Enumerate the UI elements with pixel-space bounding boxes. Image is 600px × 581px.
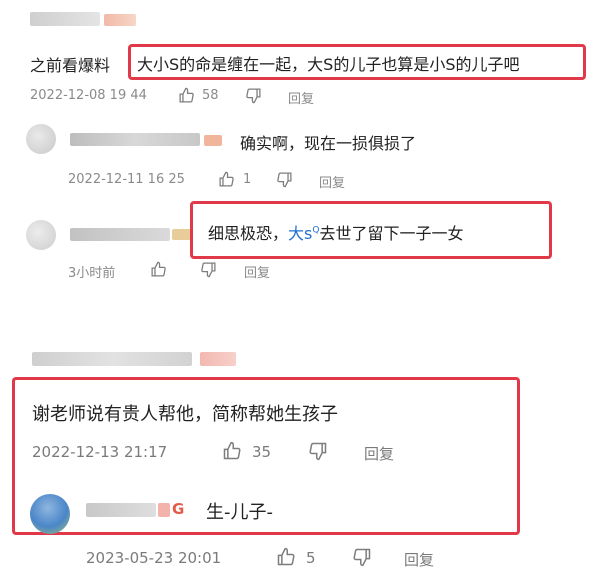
comment-5-date: 2023-05-23 20:01 xyxy=(86,549,222,567)
comment-4-text: 谢老师说有贵人帮他，简称帮她生孩子 xyxy=(32,404,338,425)
thumbs-up-icon xyxy=(179,87,194,103)
thumbs-up-icon xyxy=(277,547,295,566)
comment-1-like-button[interactable] xyxy=(178,87,195,104)
comment-1-dislike-button[interactable] xyxy=(245,87,262,104)
comment-3-reply-button[interactable]: 回复 xyxy=(244,262,270,281)
blurred-username xyxy=(70,133,200,146)
blurred-badge xyxy=(104,14,136,26)
comment-1-prefix: 之前看爆料 xyxy=(30,56,111,75)
comment-4-date: 2022-12-13 21:17 xyxy=(32,443,168,461)
blurred-username xyxy=(32,352,192,366)
comment-5-text: 生-儿子- xyxy=(206,502,273,523)
comment-2-reply-button[interactable]: 回复 xyxy=(319,172,345,191)
comment-3-dislike-button[interactable] xyxy=(200,261,217,278)
blurred-badge xyxy=(200,352,236,366)
comment-5-like-button[interactable] xyxy=(276,547,296,567)
comment-5-dislike-button[interactable] xyxy=(352,547,372,567)
comment-2-date: 2022-12-11 16 25 xyxy=(68,172,185,187)
comment-1-like-count: 58 xyxy=(202,88,219,103)
avatar xyxy=(30,494,70,534)
thumbs-up-icon xyxy=(223,441,241,460)
comment-3-text: 细思极恐，大sQ去世了留下一子一女 xyxy=(208,220,463,244)
blurred-username xyxy=(70,228,170,241)
comment-4-dislike-button[interactable] xyxy=(308,441,328,461)
comment-5-like-count: 5 xyxy=(306,549,316,567)
thumbs-down-icon xyxy=(353,548,371,567)
comment-4-like-button[interactable] xyxy=(222,441,242,461)
comment-2-dislike-button[interactable] xyxy=(276,171,293,188)
comment-4-like-count: 35 xyxy=(252,443,272,461)
mention-link[interactable]: 大s xyxy=(288,224,312,243)
comment-3-like-button[interactable] xyxy=(150,261,167,278)
thumbs-up-icon xyxy=(151,261,166,277)
g-badge-icon: G xyxy=(172,500,185,518)
blurred-badge xyxy=(204,135,222,146)
comment-2-like-count: 1 xyxy=(243,172,252,187)
blurred-username xyxy=(30,12,100,26)
thumbs-up-icon xyxy=(219,171,234,187)
comment-2-like-button[interactable] xyxy=(218,171,235,188)
comment-3-text-before: 细思极恐， xyxy=(208,224,289,243)
thumbs-down-icon xyxy=(201,262,216,278)
thumbs-down-icon xyxy=(246,88,261,104)
blurred-badge xyxy=(172,229,192,240)
avatar xyxy=(26,220,56,250)
comment-4-reply-button[interactable]: 回复 xyxy=(364,443,394,464)
comment-3-text-after: 去世了留下一子一女 xyxy=(319,224,464,243)
avatar xyxy=(26,124,56,154)
thumbs-down-icon xyxy=(309,442,327,461)
comment-1-date: 2022-12-08 19 44 xyxy=(30,88,147,103)
comment-1-highlight: 大小S的命是缠在一起，大S的儿子也算是小S的儿子吧 xyxy=(137,55,520,74)
comment-2-text: 确实啊，现在一损俱损了 xyxy=(240,134,417,153)
comment-1-reply-button[interactable]: 回复 xyxy=(288,88,314,107)
comment-3-time: 3小时前 xyxy=(68,266,116,281)
blurred-username xyxy=(86,503,156,517)
comment-5-reply-button[interactable]: 回复 xyxy=(404,549,434,570)
blurred-badge xyxy=(158,503,170,517)
thumbs-down-icon xyxy=(277,172,292,188)
